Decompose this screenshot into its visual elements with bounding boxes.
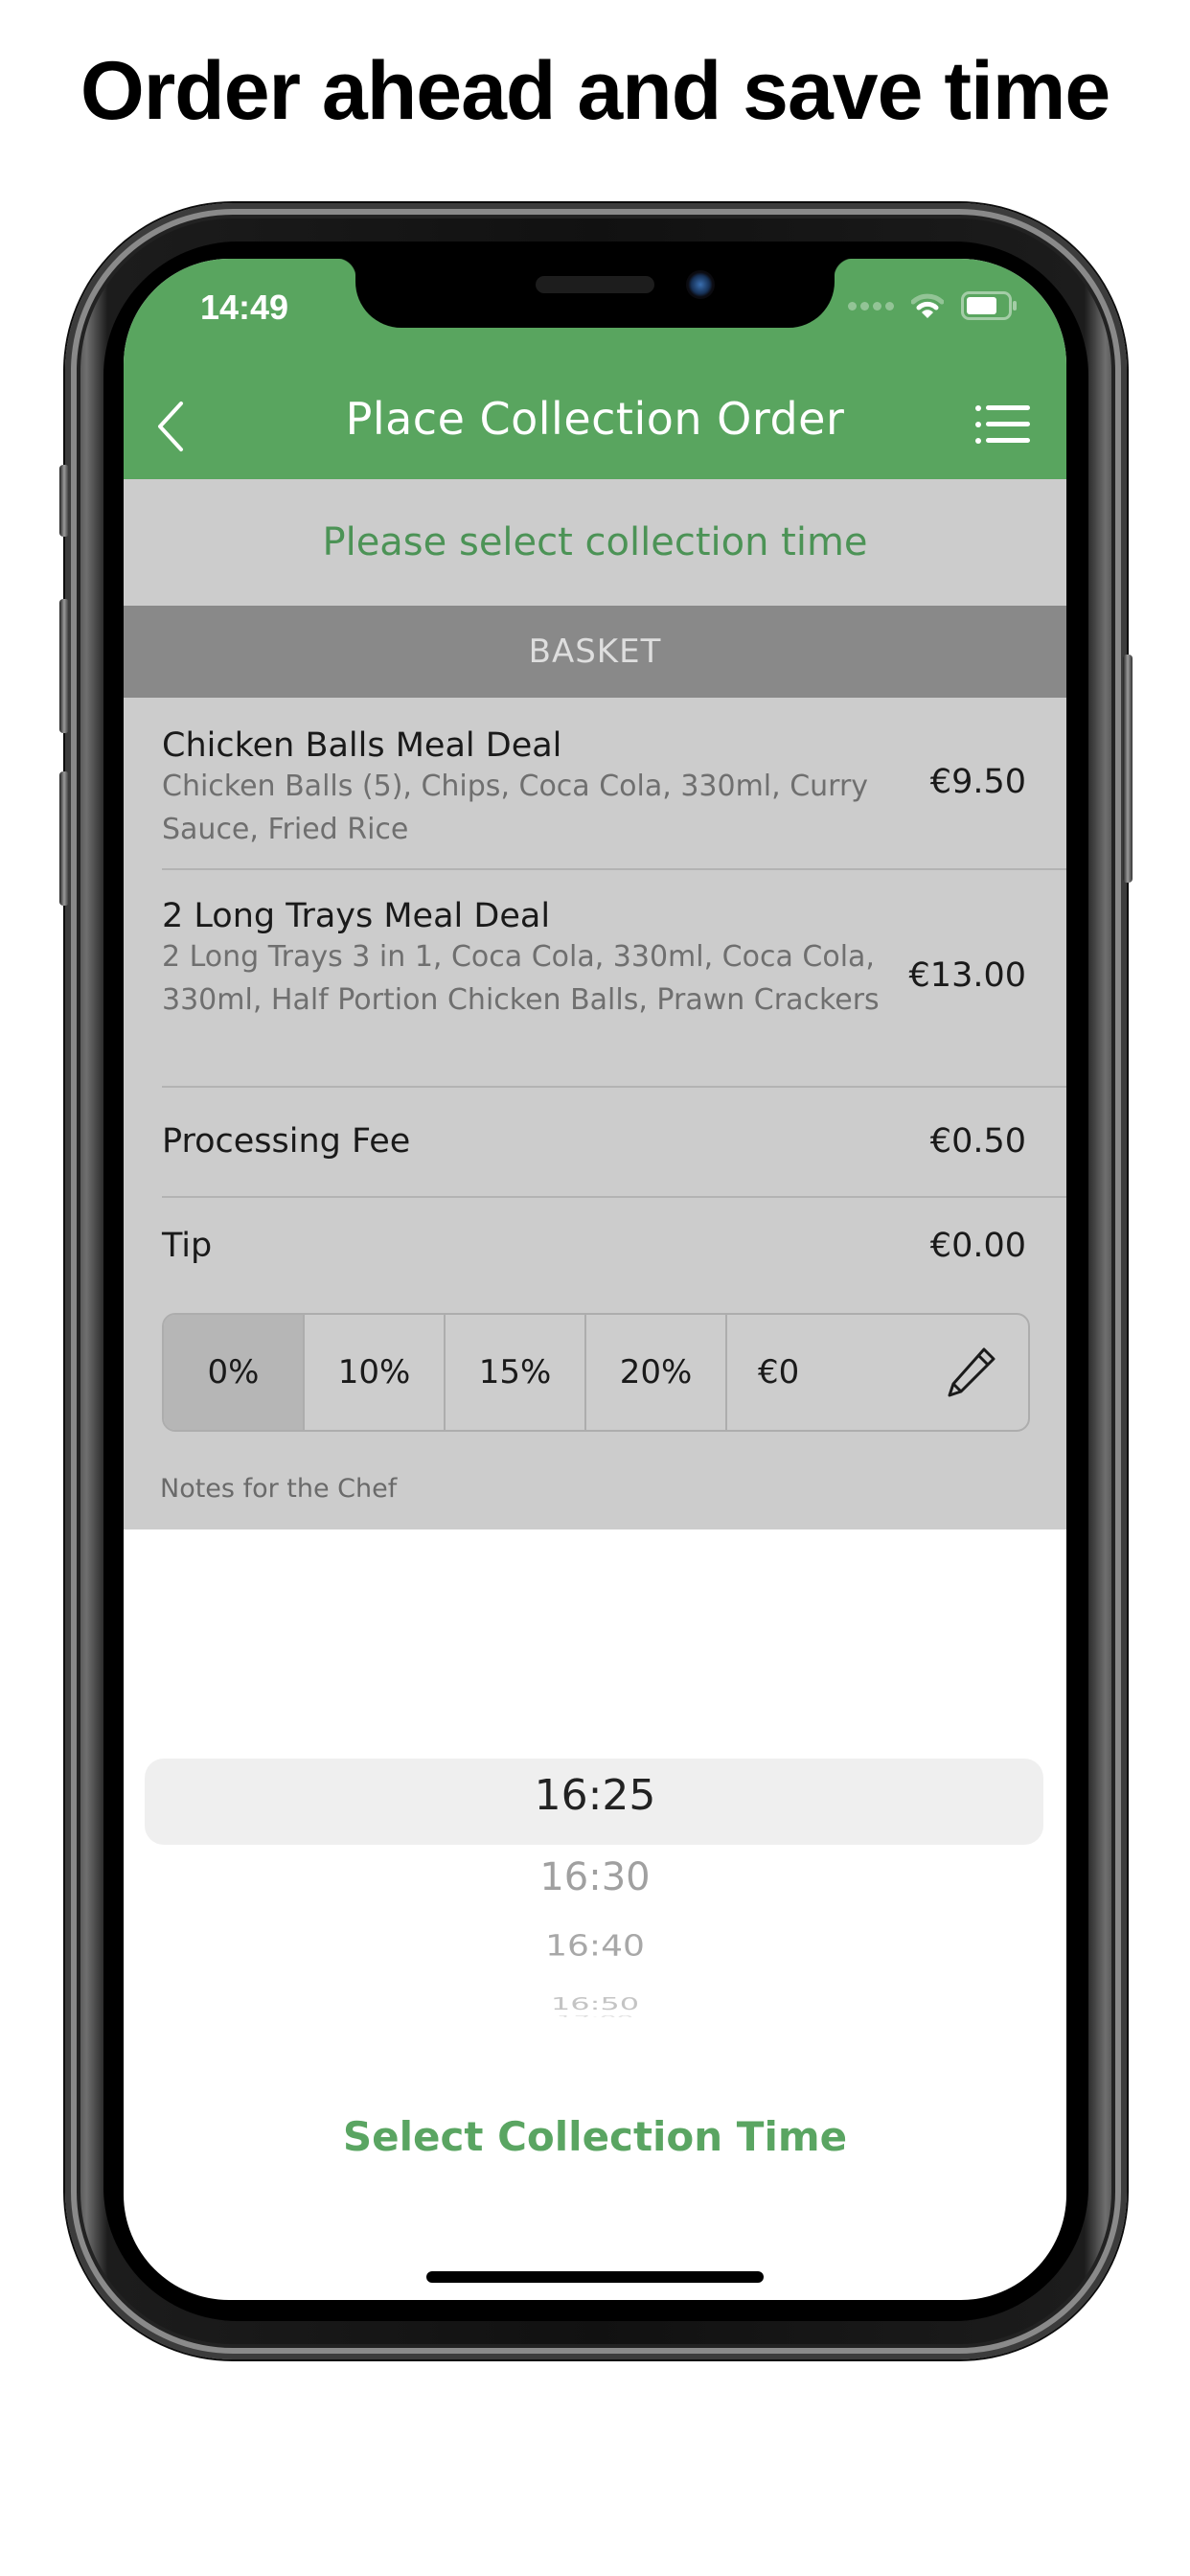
battery-icon [961,291,1017,320]
status-icons [848,291,1018,320]
processing-fee-row: Processing Fee €0.50 [162,1088,1066,1198]
status-time: 14:49 [200,288,289,327]
earpiece-speaker [536,276,654,293]
basket-header-label: BASKET [528,632,662,671]
item-description: 2 Long Trays 3 in 1, Coca Cola, 330ml, C… [162,940,880,1017]
app-header: 14:49 Place Collection Order [124,259,1066,479]
tip-option-0[interactable]: 0% [164,1315,305,1430]
picker-option[interactable]: 16:30 [124,1855,1066,1899]
front-camera [686,270,715,299]
wifi-icon [911,293,944,318]
promo-headline: Order ahead and save time [80,45,1110,137]
tip-label: Tip [162,1227,213,1265]
list-menu-icon [975,405,1030,444]
home-indicator[interactable] [426,2271,764,2283]
notes-for-chef-label[interactable]: Notes for the Chef [160,1474,397,1504]
basket-section: Chicken Balls Meal Deal Chicken Balls (5… [124,698,1066,1530]
basket-header: BASKET [124,606,1066,698]
notice-text: Please select collection time [322,520,868,564]
processing-fee-value: €0.50 [929,1122,1026,1161]
picker-option-selected[interactable]: 16:25 [124,1771,1066,1820]
tip-value: €0.00 [929,1227,1026,1265]
signal-dots-icon [848,301,894,310]
menu-button[interactable] [974,401,1032,448]
power-button [1123,655,1133,883]
pencil-icon[interactable] [942,1344,999,1401]
processing-fee-label: Processing Fee [162,1122,411,1161]
basket-item[interactable]: 2 Long Trays Meal Deal 2 Long Trays 3 in… [162,870,1066,1088]
picker-option[interactable]: 16:50 [124,1994,1066,2014]
collection-time-notice[interactable]: Please select collection time [124,479,1066,606]
mute-switch [59,465,69,537]
picker-option[interactable]: 17:00 [124,2013,1066,2017]
item-price: €13.00 [908,956,1026,995]
volume-down-button [59,771,69,906]
item-price: €9.50 [929,763,1026,801]
volume-up-button [59,599,69,733]
phone-screen: 14:49 Place Collection Order Please sele… [124,259,1066,2300]
tip-option-15[interactable]: 15% [446,1315,586,1430]
picker-option[interactable]: 16:40 [124,1929,1066,1963]
custom-tip-input[interactable]: €0 [727,1315,1028,1430]
camera-notch [336,259,854,328]
collection-time-picker[interactable]: 16:25 16:30 16:40 16:50 17:00 [124,1735,1066,2051]
tip-row: Tip €0.00 [162,1198,1066,1294]
item-name: Chicken Balls Meal Deal [162,726,562,765]
tip-option-20[interactable]: 20% [586,1315,727,1430]
select-collection-time-button[interactable]: Select Collection Time [124,2113,1066,2160]
basket-item[interactable]: Chicken Balls Meal Deal Chicken Balls (5… [162,698,1066,870]
custom-tip-value: €0 [758,1353,800,1392]
item-name: 2 Long Trays Meal Deal [162,897,551,935]
tip-option-10[interactable]: 10% [305,1315,446,1430]
tip-selector: 0% 10% 15% 20% €0 [162,1313,1030,1432]
item-description: Chicken Balls (5), Chips, Coca Cola, 330… [162,770,869,846]
page-title: Place Collection Order [345,393,845,445]
